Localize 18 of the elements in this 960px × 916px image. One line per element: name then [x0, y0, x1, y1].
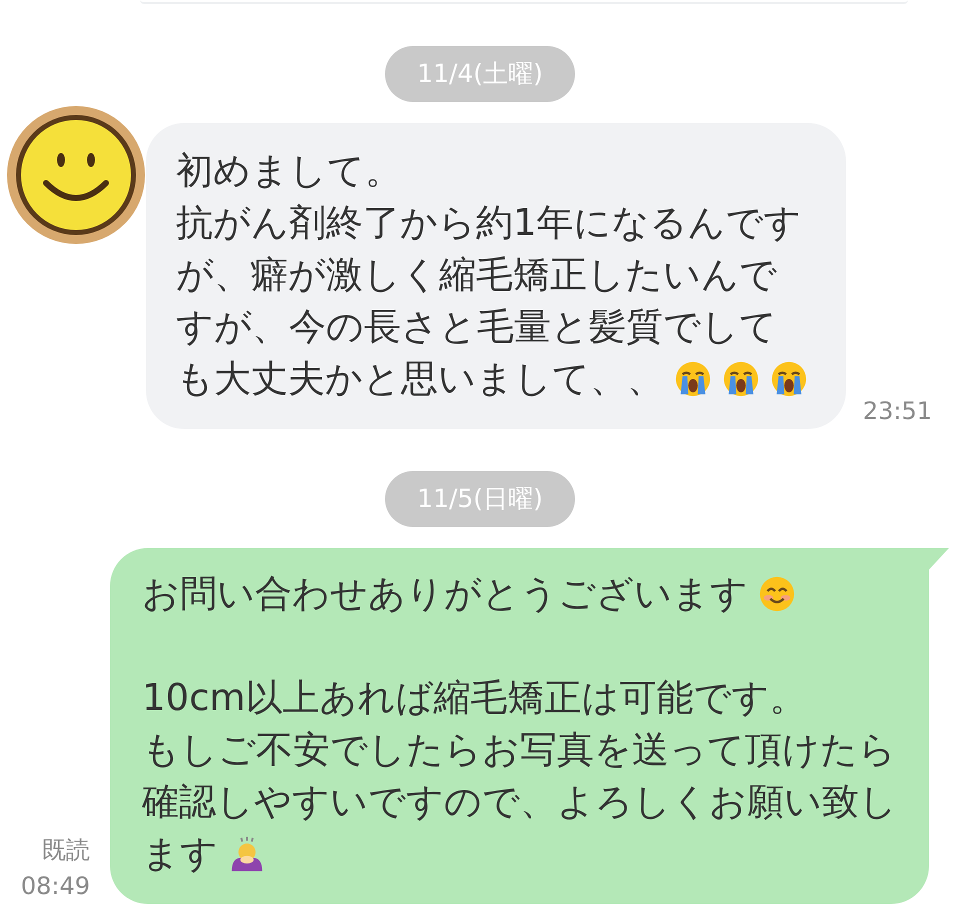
- message-text: お問い合わせありがとうございます: [142, 571, 748, 617]
- message-time: 08:49: [20, 871, 90, 902]
- crying-face-icon: [722, 360, 760, 398]
- message-text: も大丈夫かと思いまして、、: [176, 356, 664, 402]
- avatar-icon[interactable]: [6, 105, 146, 245]
- read-receipt: 既読: [42, 835, 90, 866]
- message-text: 初めまして。: [176, 148, 402, 194]
- crying-face-icon: [674, 360, 712, 398]
- message-text: 抗がん剤終了から約1年になるんです: [176, 200, 802, 246]
- message-text: すが、今の長さと毛量と髪質でして: [176, 304, 777, 350]
- message-text: 10cm以上あれば縮毛矯正は可能です。: [142, 675, 806, 721]
- message-time: 23:51: [862, 396, 932, 427]
- message-text: もしご不安でしたらお写真を送って頂けたら: [142, 727, 896, 773]
- smiling-face-icon: [758, 575, 796, 613]
- crying-face-icon: [770, 360, 808, 398]
- message-text: 確認しやすいですので、よろしくお願い致し: [142, 779, 897, 825]
- message-text: が、癖が激しく縮毛矯正したいんで: [176, 252, 777, 298]
- message-text: ます: [142, 831, 218, 877]
